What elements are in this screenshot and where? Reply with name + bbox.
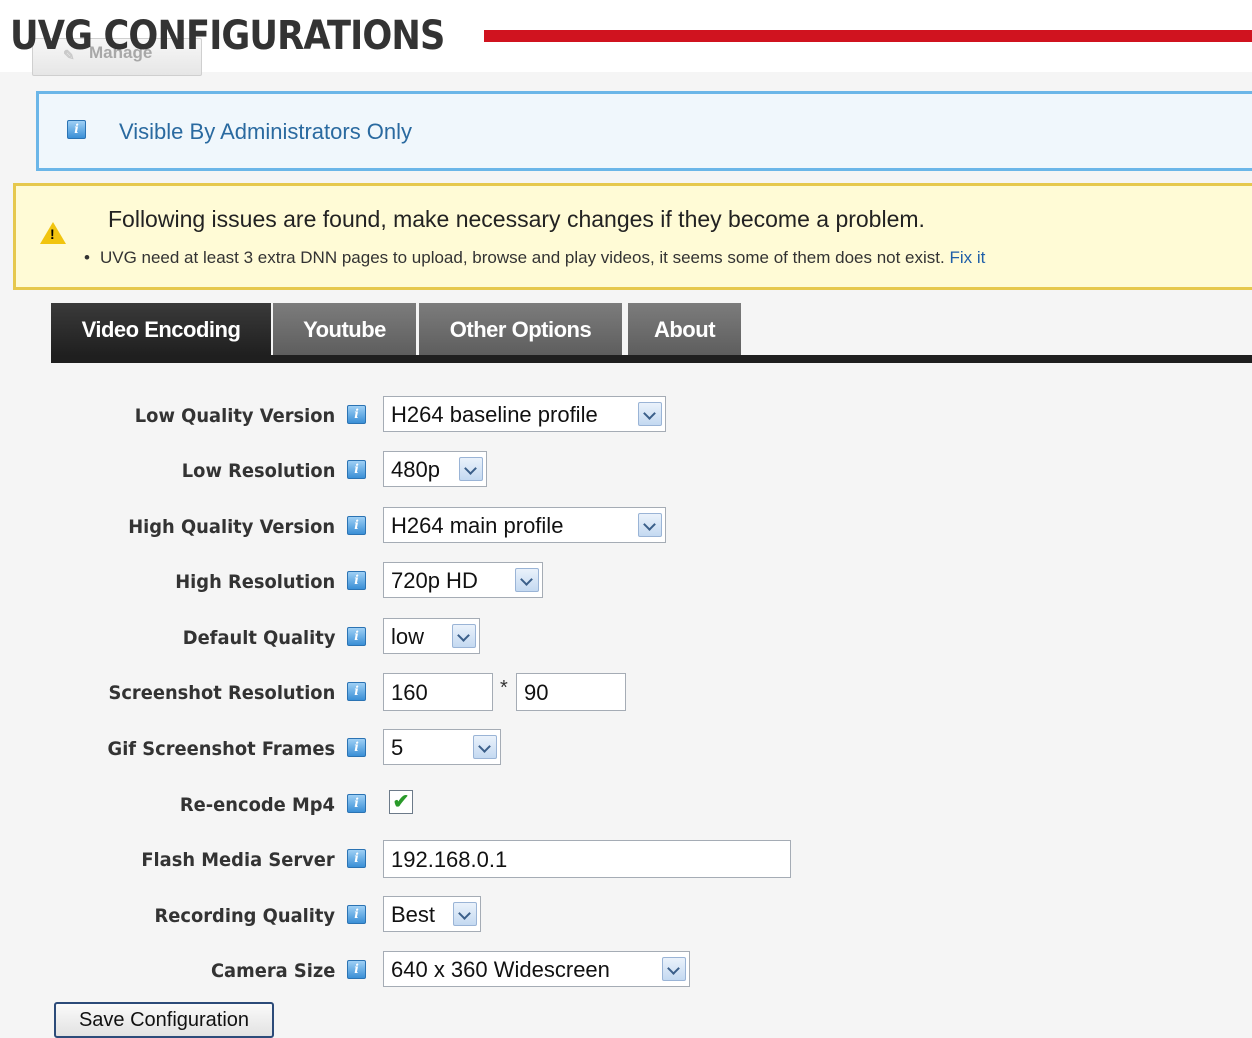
info-icon[interactable]: i <box>347 682 366 701</box>
screenshot-width-input[interactable]: 160 <box>383 673 493 711</box>
info-icon: i <box>67 120 86 139</box>
chevron-down-icon[interactable] <box>452 624 476 648</box>
info-icon[interactable]: i <box>347 738 366 757</box>
flash-media-server-input[interactable]: 192.168.0.1 <box>383 840 791 878</box>
flash-media-server-row: Flash Media Server i 192.168.0.1 <box>0 840 1252 880</box>
chevron-down-icon[interactable] <box>453 902 477 926</box>
admin-notice: i Visible By Administrators Only <box>36 91 1252 171</box>
select-value: low <box>391 624 425 649</box>
screenshot-resolution-label: Screenshot Resolution <box>108 682 335 704</box>
admin-notice-text: Visible By Administrators Only <box>119 119 413 144</box>
screenshot-height-input[interactable]: 90 <box>516 673 626 711</box>
bullet: • <box>84 248 90 267</box>
fix-it-link[interactable]: Fix it <box>949 248 985 267</box>
info-icon[interactable]: i <box>347 571 366 590</box>
high-resolution-row: High Resolution i 720p HD <box>0 562 1252 602</box>
warning-box: ! Following issues are found, make neces… <box>13 183 1252 290</box>
title-rule <box>484 30 1252 42</box>
camera-size-label: Camera Size <box>210 960 335 982</box>
select-value: 5 <box>391 735 404 760</box>
chevron-down-icon[interactable] <box>473 735 497 759</box>
reencode-mp4-label: Re-encode Mp4 <box>179 794 335 816</box>
high-quality-version-select[interactable]: H264 main profile <box>383 507 666 543</box>
default-quality-row: Default Quality i low <box>0 618 1252 658</box>
chevron-down-icon[interactable] <box>638 402 662 426</box>
gif-screenshot-frames-row: Gif Screenshot Frames i 5 <box>0 729 1252 769</box>
recording-quality-label: Recording Quality <box>154 905 335 927</box>
info-icon[interactable]: i <box>347 794 366 813</box>
screenshot-resolution-row: Screenshot Resolution i 160 * 90 <box>0 673 1252 713</box>
recording-quality-row: Recording Quality i Best <box>0 896 1252 936</box>
chevron-down-icon[interactable] <box>638 513 662 537</box>
warning-title: Following issues are found, make necessa… <box>108 206 925 232</box>
camera-size-row: Camera Size i 640 x 360 Widescreen <box>0 951 1252 991</box>
tab-youtube[interactable]: Youtube <box>273 303 416 358</box>
tab-underline <box>51 355 1252 363</box>
select-value: Best <box>391 902 436 927</box>
flash-media-server-label: Flash Media Server <box>141 849 335 871</box>
info-icon[interactable]: i <box>347 627 366 646</box>
reencode-mp4-checkbox[interactable]: ✔ <box>389 790 413 814</box>
check-icon: ✔ <box>392 791 410 813</box>
reencode-mp4-row: Re-encode Mp4 i ✔ <box>0 785 1252 825</box>
info-icon[interactable]: i <box>347 905 366 924</box>
default-quality-select[interactable]: low <box>383 618 480 654</box>
tab-other-options[interactable]: Other Options <box>419 303 622 358</box>
tab-video-encoding[interactable]: Video Encoding <box>51 303 271 358</box>
warning-item: • UVG need at least 3 extra DNN pages to … <box>84 248 985 268</box>
high-resolution-label: High Resolution <box>174 571 335 593</box>
page-title: UVG CONFIGURATIONS <box>10 13 445 59</box>
gif-screenshot-frames-select[interactable]: 5 <box>383 729 501 765</box>
high-quality-version-row: High Quality Version i H264 main profile <box>0 507 1252 547</box>
low-resolution-row: Low Resolution i 480p <box>0 451 1252 491</box>
chevron-down-icon[interactable] <box>459 457 483 481</box>
select-value: 720p HD <box>391 568 478 593</box>
gif-screenshot-frames-label: Gif Screenshot Frames <box>107 738 335 760</box>
select-value: 640 x 360 Widescreen <box>391 957 610 982</box>
low-resolution-label: Low Resolution <box>181 460 335 482</box>
info-icon[interactable]: i <box>347 405 366 424</box>
tab-about[interactable]: About <box>628 303 741 358</box>
recording-quality-select[interactable]: Best <box>383 896 481 932</box>
low-resolution-select[interactable]: 480p <box>383 451 487 487</box>
info-icon[interactable]: i <box>347 460 366 479</box>
high-resolution-select[interactable]: 720p HD <box>383 562 543 598</box>
info-icon[interactable]: i <box>347 849 366 868</box>
chevron-down-icon[interactable] <box>662 957 686 981</box>
select-value: 480p <box>391 457 440 482</box>
high-quality-version-label: High Quality Version <box>128 516 335 538</box>
resolution-separator: * <box>500 677 508 699</box>
low-quality-version-label: Low Quality Version <box>134 405 335 427</box>
low-quality-version-select[interactable]: H264 baseline profile <box>383 396 666 432</box>
default-quality-label: Default Quality <box>182 627 335 649</box>
info-icon[interactable]: i <box>347 960 366 979</box>
camera-size-select[interactable]: 640 x 360 Widescreen <box>383 951 690 987</box>
low-quality-version-row: Low Quality Version i H264 baseline prof… <box>0 396 1252 436</box>
select-value: H264 main profile <box>391 513 564 538</box>
chevron-down-icon[interactable] <box>515 568 539 592</box>
save-configuration-button[interactable]: Save Configuration <box>54 1002 274 1038</box>
info-icon[interactable]: i <box>347 516 366 535</box>
warning-item-text: UVG need at least 3 extra DNN pages to u… <box>99 248 945 267</box>
select-value: H264 baseline profile <box>391 402 598 427</box>
title-bar: ✎ Manage UVG CONFIGURATIONS <box>0 0 1252 76</box>
warning-icon: ! <box>40 222 66 244</box>
